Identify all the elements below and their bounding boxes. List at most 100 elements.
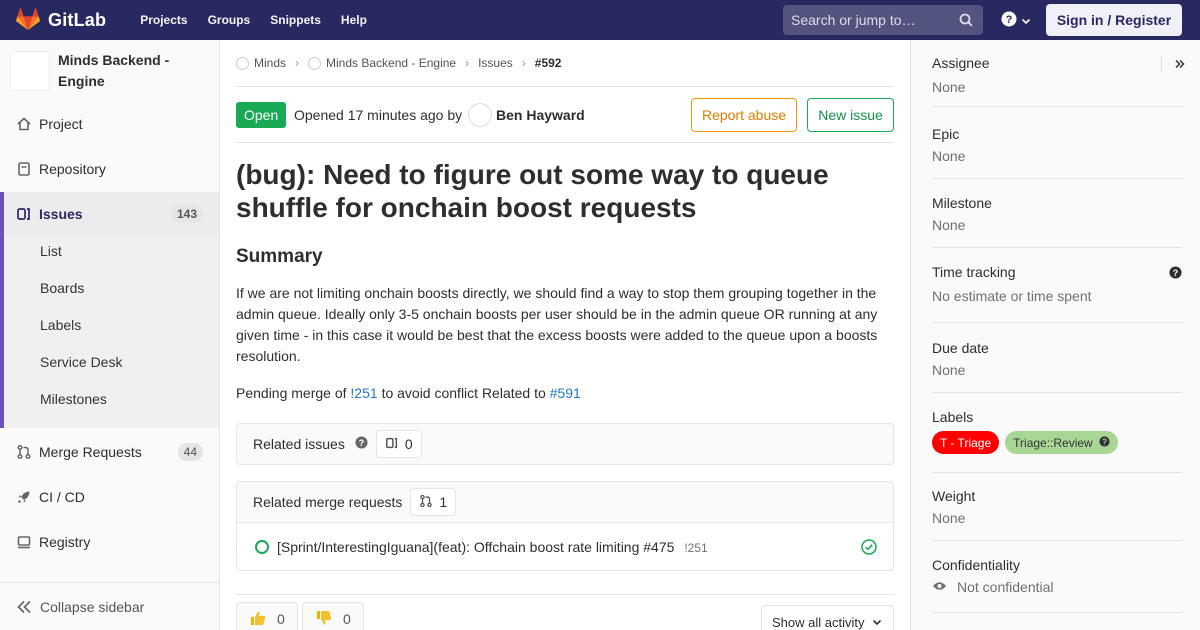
search-input[interactable]	[791, 12, 951, 28]
search-box	[783, 5, 983, 35]
milestone-value: None	[932, 217, 966, 233]
collapse-sidebar-label: Collapse sidebar	[40, 598, 145, 615]
report-abuse-button[interactable]: Report abuse	[691, 98, 797, 132]
mr-count-badge: 44	[177, 443, 203, 461]
opened-text: Opened 17 minutes ago by	[294, 107, 463, 123]
label-triage[interactable]: T - Triage	[932, 431, 1000, 454]
nav-snippets[interactable]: Snippets	[270, 13, 321, 27]
thumbs-down-button[interactable]: 0	[302, 602, 364, 630]
weight-block: Weight None	[932, 488, 1182, 526]
sidebar-item-registry[interactable]: Registry	[0, 520, 219, 564]
submenu-labels[interactable]: Labels	[40, 317, 81, 333]
divider	[932, 612, 1182, 613]
labels-label: Labels	[932, 409, 974, 425]
issues-count-badge: 143	[170, 205, 203, 223]
divider	[236, 86, 894, 87]
breadcrumb-separator-icon: ›	[295, 56, 300, 70]
submenu-list[interactable]: List	[40, 243, 62, 259]
sign-in-button[interactable]: Sign in / Register	[1046, 4, 1182, 36]
collapse-sidebar-button[interactable]: Collapse sidebar	[0, 582, 219, 630]
breadcrumb-separator-icon: ›	[465, 56, 470, 70]
submenu-milestones[interactable]: Milestones	[40, 391, 107, 407]
issues-icon	[385, 436, 399, 453]
labels-block: Labels T - Triage Triage::Review ?	[932, 409, 1182, 454]
search-icon[interactable]	[959, 13, 973, 30]
issue-reference-link[interactable]: #591	[550, 385, 581, 401]
sidebar-item-label: Issues	[39, 206, 83, 222]
help-dropdown[interactable]: ?	[1001, 11, 1031, 30]
svg-text:?: ?	[1173, 268, 1179, 278]
question-icon[interactable]: ?	[1169, 266, 1182, 282]
submenu-service-desk[interactable]: Service Desk	[40, 354, 122, 370]
gitlab-logo-icon	[16, 7, 40, 33]
labels-list: T - Triage Triage::Review ?	[932, 431, 1182, 454]
label-text: Triage::Review	[1013, 435, 1093, 450]
count-value: 1	[439, 494, 448, 510]
pending-merge-text: Pending merge of !251 to avoid conflict …	[236, 385, 581, 401]
question-icon[interactable]: ?	[355, 436, 368, 452]
author-link[interactable]: Ben Hayward	[496, 107, 585, 123]
breadcrumb-project[interactable]: Minds Backend - Engine	[326, 56, 456, 70]
nav-links: Projects Groups Snippets Help	[140, 13, 387, 27]
new-issue-button[interactable]: New issue	[807, 98, 894, 132]
divider	[236, 142, 894, 143]
weight-label: Weight	[932, 488, 976, 504]
container-icon	[16, 534, 32, 550]
page-title: (bug): Need to figure out some way to qu…	[236, 159, 829, 223]
pending-prefix: Pending merge of	[236, 385, 347, 401]
sidebar-item-project[interactable]: Project	[0, 102, 219, 146]
related-issues-title: Related issues	[253, 436, 345, 452]
pipeline-success-icon[interactable]	[861, 539, 877, 558]
weight-value: None	[932, 510, 966, 526]
assignee-label: Assignee	[932, 55, 990, 71]
collapse-right-sidebar-button[interactable]	[1161, 56, 1185, 72]
sidebar-item-issues[interactable]: Issues 143	[4, 192, 219, 236]
epic-block: Epic None	[932, 126, 1182, 164]
milestone-label: Milestone	[932, 195, 992, 211]
time-tracking-block: Time tracking ? No estimate or time spen…	[932, 264, 1182, 304]
question-icon: ?	[1001, 11, 1017, 30]
group-avatar-icon	[236, 56, 249, 70]
epic-label: Epic	[932, 126, 960, 142]
thumbs-down-icon	[315, 609, 333, 630]
breadcrumb-group[interactable]: Minds	[254, 56, 286, 70]
sidebar-item-ci-cd[interactable]: CI / CD	[0, 475, 219, 519]
gitlab-home-link[interactable]: GitLab	[16, 0, 106, 40]
thumbs-up-count: 0	[277, 611, 285, 627]
divider	[932, 392, 1182, 393]
chevron-down-icon	[1021, 13, 1031, 29]
related-mrs-count: 1	[410, 488, 457, 516]
thumbs-up-icon	[249, 609, 267, 630]
due-date-value: None	[932, 362, 966, 378]
mr-item: [Sprint/InterestingIguana](feat): Offcha…	[277, 539, 708, 555]
mr-title-link[interactable]: [Sprint/InterestingIguana](feat): Offcha…	[277, 539, 674, 555]
breadcrumb-current[interactable]: #592	[535, 56, 562, 70]
assignee-value: None	[932, 79, 966, 95]
avatar[interactable]	[468, 103, 492, 127]
list-item[interactable]: [Sprint/InterestingIguana](feat): Offcha…	[237, 522, 893, 570]
divider	[932, 322, 1182, 323]
divider	[932, 106, 1182, 107]
merge-request-icon	[16, 444, 32, 460]
issues-icon	[16, 206, 32, 222]
nav-projects[interactable]: Projects	[140, 13, 187, 27]
summary-heading: Summary	[236, 246, 323, 267]
breadcrumb-issues[interactable]: Issues	[478, 56, 513, 70]
confidentiality-value: Not confidential	[957, 579, 1054, 595]
sidebar-item-merge-requests[interactable]: Merge Requests 44	[0, 430, 219, 474]
pending-mid: to avoid conflict Related to	[381, 385, 546, 401]
project-avatar	[10, 51, 50, 91]
submenu-boards[interactable]: Boards	[40, 280, 84, 296]
nav-help[interactable]: Help	[341, 13, 367, 27]
sidebar-item-repository[interactable]: Repository	[0, 147, 219, 191]
question-icon: ?	[1099, 435, 1110, 450]
home-icon	[16, 116, 32, 132]
thumbs-up-button[interactable]: 0	[236, 602, 298, 630]
activity-filter-dropdown[interactable]: Show all activity	[761, 605, 894, 630]
nav-groups[interactable]: Groups	[208, 13, 251, 27]
svg-text:?: ?	[1102, 437, 1107, 446]
related-issues-count: 0	[375, 430, 422, 458]
label-triage-review[interactable]: Triage::Review ?	[1005, 431, 1118, 454]
mr-reference-link[interactable]: !251	[350, 385, 377, 401]
sidebar-item-label: Merge Requests	[39, 444, 142, 460]
